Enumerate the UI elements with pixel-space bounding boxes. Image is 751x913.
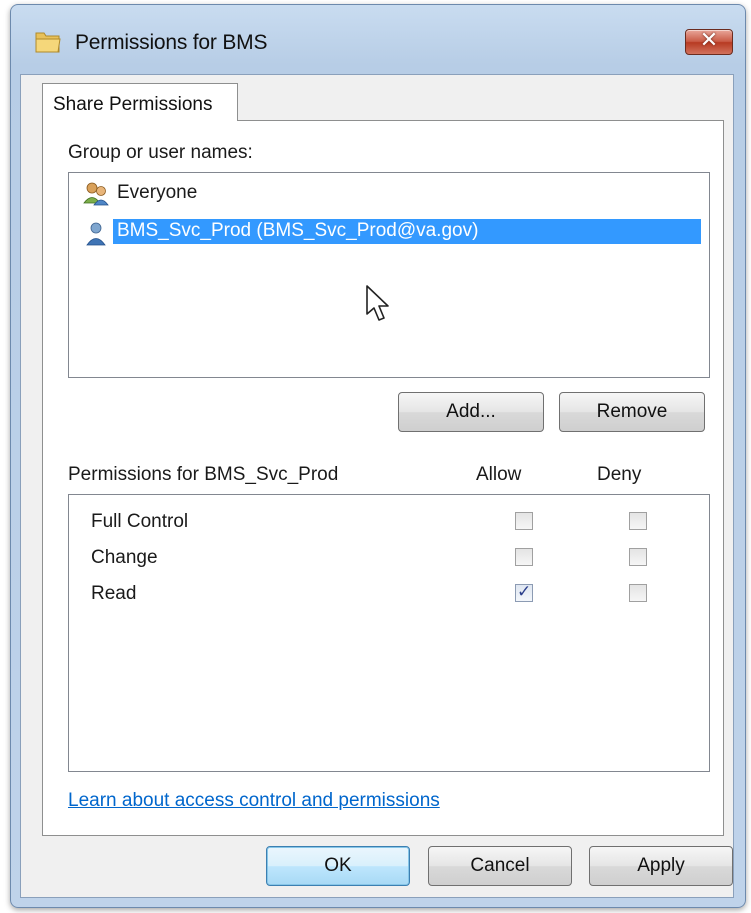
list-item-bms-svc-prod[interactable]: BMS_Svc_Prod (BMS_Svc_Prod@va.gov) bbox=[79, 217, 709, 249]
permission-row-change: Change bbox=[91, 543, 691, 573]
permission-row-read: Read ✓ bbox=[91, 579, 691, 609]
deny-full-control-checkbox[interactable] bbox=[629, 512, 647, 530]
user-icon bbox=[86, 222, 106, 246]
list-item-everyone[interactable]: Everyone bbox=[79, 177, 699, 209]
title-bar[interactable]: Permissions for BMS ✕ bbox=[11, 5, 745, 75]
tab-share-permissions[interactable]: Share Permissions bbox=[42, 83, 238, 121]
window-title: Permissions for BMS bbox=[75, 31, 268, 54]
deny-change-checkbox[interactable] bbox=[629, 548, 647, 566]
permissions-for-label: Permissions for BMS_Svc_Prod bbox=[68, 464, 339, 485]
tab-label: Share Permissions bbox=[53, 94, 213, 115]
group-users-icon bbox=[83, 182, 109, 206]
deny-read-checkbox[interactable] bbox=[629, 584, 647, 602]
group-names-label: Group or user names: bbox=[68, 142, 253, 163]
list-item-label: Everyone bbox=[117, 182, 198, 203]
permissions-list: Full Control Change Read ✓ bbox=[68, 494, 710, 772]
close-icon: ✕ bbox=[699, 28, 719, 53]
allow-full-control-checkbox[interactable] bbox=[515, 512, 533, 530]
permission-name: Read bbox=[91, 583, 137, 604]
add-button[interactable]: Add... bbox=[398, 392, 544, 432]
permission-row-full-control: Full Control bbox=[91, 507, 691, 537]
group-user-list[interactable]: Everyone BMS_Svc_Prod (BMS_Svc_Prod@va.g… bbox=[68, 172, 710, 378]
deny-column-header: Deny bbox=[597, 464, 642, 485]
list-item-label: BMS_Svc_Prod (BMS_Svc_Prod@va.gov) bbox=[113, 219, 701, 244]
checkmark-icon: ✓ bbox=[517, 582, 532, 602]
remove-button[interactable]: Remove bbox=[559, 392, 705, 432]
mouse-cursor-icon bbox=[366, 285, 389, 321]
permission-name: Change bbox=[91, 547, 158, 568]
allow-change-checkbox[interactable] bbox=[515, 548, 533, 566]
permission-name: Full Control bbox=[91, 511, 189, 532]
apply-button[interactable]: Apply bbox=[589, 846, 733, 886]
close-button[interactable]: ✕ bbox=[685, 28, 733, 55]
allow-read-checkbox[interactable]: ✓ bbox=[515, 582, 533, 602]
allow-column-header: Allow bbox=[476, 464, 522, 485]
access-control-help-link[interactable]: Learn about access control and permissio… bbox=[68, 790, 440, 812]
folder-icon bbox=[35, 32, 61, 53]
ok-button[interactable]: OK bbox=[266, 846, 410, 886]
cancel-button[interactable]: Cancel bbox=[428, 846, 572, 886]
